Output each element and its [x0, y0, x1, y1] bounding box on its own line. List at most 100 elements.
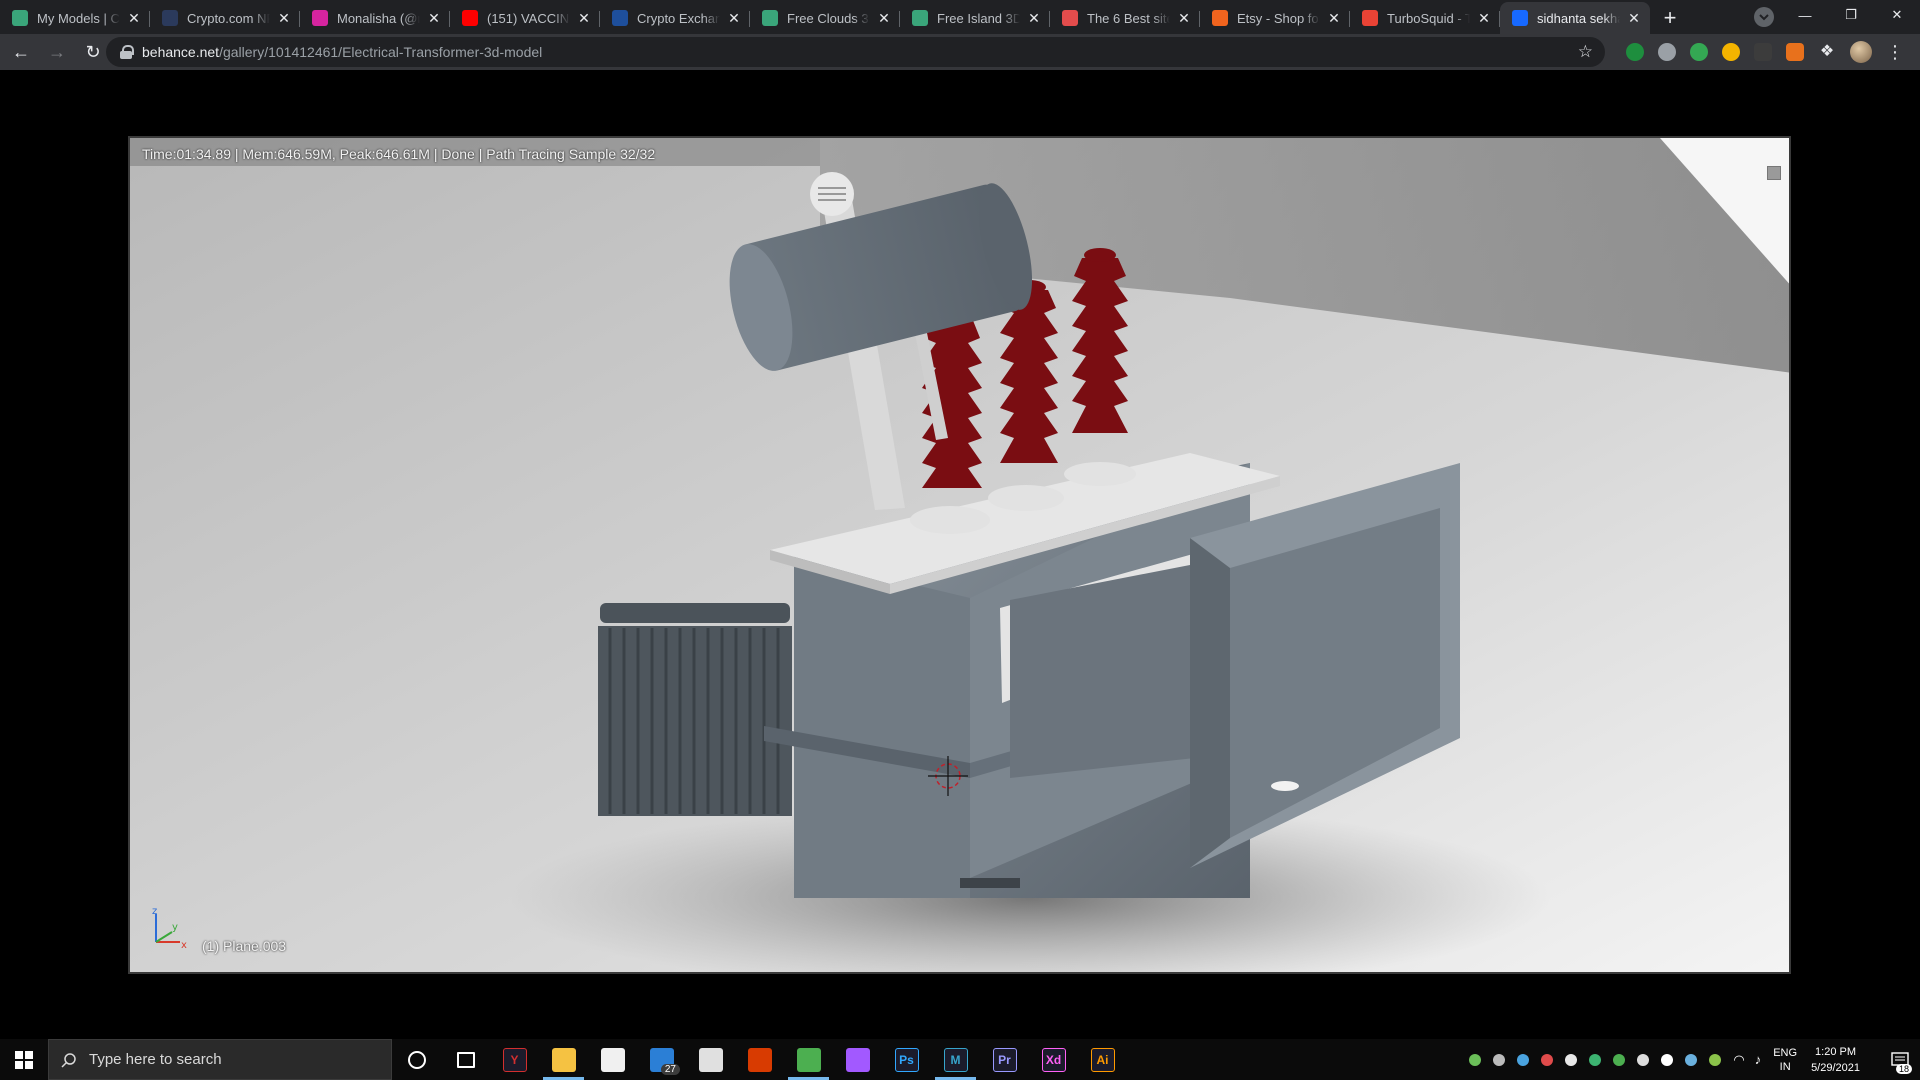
lock-icon[interactable] — [120, 45, 134, 59]
tab-close-icon[interactable]: ✕ — [1026, 10, 1042, 26]
tray-green-icon[interactable] — [1589, 1053, 1602, 1066]
globe-extension-icon[interactable] — [1658, 43, 1676, 61]
browser-tab[interactable]: The 6 Best sites ✕ — [1050, 2, 1200, 34]
back-button[interactable]: ← — [6, 37, 36, 67]
browser-tab[interactable]: Etsy - Shop for ✕ — [1200, 2, 1350, 34]
taskbar-figma-button[interactable] — [833, 1039, 882, 1080]
search-placeholder: Type here to search — [89, 1051, 222, 1068]
taskbar-search-box[interactable]: Type here to search — [48, 1039, 392, 1080]
grammarly-extension-icon[interactable] — [1626, 43, 1644, 61]
tab-title: Crypto.com NFT — [187, 10, 270, 26]
browser-tab[interactable]: TurboSquid - Th ✕ — [1350, 2, 1500, 34]
file-explorer-icon — [551, 1047, 576, 1072]
dark-extension-icon[interactable] — [1754, 43, 1772, 61]
page-content: Time:01:34.89 | Mem:646.59M, Peak:646.61… — [0, 70, 1920, 1039]
profile-avatar[interactable] — [1850, 41, 1872, 63]
minimize-button[interactable]: — — [1782, 0, 1828, 30]
tab-search-icon[interactable] — [1754, 7, 1774, 27]
etsy-icon — [1212, 10, 1228, 26]
tray-white-icon[interactable] — [1565, 1053, 1578, 1066]
tab-close-icon[interactable]: ✕ — [726, 10, 742, 26]
tray-dropbox-icon[interactable] — [1661, 1053, 1674, 1066]
reload-button[interactable]: ↻ — [78, 37, 108, 67]
cgtrader-icon — [762, 10, 778, 26]
taskbar-premiere-button[interactable]: Pr — [980, 1039, 1029, 1080]
search-icon — [61, 1052, 76, 1068]
browser-tab[interactable]: Free Island 3D ✕ — [900, 2, 1050, 34]
browser-tab[interactable]: Crypto Exchang ✕ — [600, 2, 750, 34]
tab-close-icon[interactable]: ✕ — [876, 10, 892, 26]
notification-count: 18 — [1895, 1064, 1912, 1074]
browser-tab[interactable]: (151) VACCINE ✕ — [450, 2, 600, 34]
taskbar-cortana-button[interactable] — [392, 1039, 441, 1080]
tab-close-icon[interactable]: ✕ — [1326, 10, 1342, 26]
taskbar-file-explorer-button[interactable] — [539, 1039, 588, 1080]
taskbar-chrome-button[interactable] — [784, 1039, 833, 1080]
tray-app-icon[interactable] — [1469, 1053, 1482, 1066]
browser-tab[interactable]: Free Clouds 3D ✕ — [750, 2, 900, 34]
clock[interactable]: 1:20 PM 5/29/2021 — [1811, 1044, 1860, 1076]
tab-close-icon[interactable]: ✕ — [126, 10, 142, 26]
start-button[interactable] — [0, 1039, 48, 1080]
browser-tab[interactable]: sidhanta sekhar ✕ — [1500, 2, 1650, 34]
chrome-menu-icon[interactable]: ⋮ — [1886, 42, 1904, 63]
taskbar-maya-button[interactable]: M — [931, 1039, 980, 1080]
sun-extension-icon[interactable] — [1722, 43, 1740, 61]
tray-bag-icon[interactable] — [1493, 1053, 1506, 1066]
cgtrader-icon — [912, 10, 928, 26]
tab-close-icon[interactable]: ✕ — [576, 10, 592, 26]
tab-close-icon[interactable]: ✕ — [1176, 10, 1192, 26]
crypto-icon — [162, 10, 178, 26]
tab-close-icon[interactable]: ✕ — [1626, 10, 1642, 26]
tray-leaf-icon[interactable] — [1709, 1053, 1722, 1066]
crypto-exchange-icon — [612, 10, 628, 26]
taskbar-task-view-button[interactable] — [441, 1039, 490, 1080]
taskbar-yandex-button[interactable]: Y — [490, 1039, 539, 1080]
tray-usb-icon[interactable] — [1637, 1053, 1650, 1066]
taskbar-photoshop-button[interactable]: Ps — [882, 1039, 931, 1080]
windows-taskbar: Type here to search Y 27 Ps M Pr Xd Ai ◠ ♪ ENG… — [0, 1039, 1920, 1080]
restore-button[interactable]: ❐ — [1828, 0, 1874, 30]
browser-tab[interactable]: Crypto.com NFT ✕ — [150, 2, 300, 34]
wifi-icon[interactable]: ◠ — [1733, 1052, 1744, 1068]
address-bar[interactable]: behance.net/gallery/101412461/Electrical… — [106, 37, 1605, 67]
orange-extension-icon[interactable] — [1786, 43, 1804, 61]
tab-close-icon[interactable]: ✕ — [1476, 10, 1492, 26]
cgtrader-icon — [12, 10, 28, 26]
illustrator-icon: Ai — [1090, 1047, 1115, 1072]
render-viewport[interactable]: Time:01:34.89 | Mem:646.59M, Peak:646.61… — [128, 136, 1791, 974]
taskbar-illustrator-button[interactable]: Ai — [1078, 1039, 1127, 1080]
tab-title: Crypto Exchang — [637, 10, 720, 26]
tab-close-icon[interactable]: ✕ — [276, 10, 292, 26]
language-indicator[interactable]: ENG IN — [1773, 1046, 1797, 1074]
new-tab-button[interactable]: + — [1654, 2, 1686, 34]
office-icon — [747, 1047, 772, 1072]
volume-icon[interactable]: ♪ — [1755, 1052, 1762, 1067]
tray-monitor-icon[interactable] — [1685, 1053, 1698, 1066]
windows-logo-icon — [15, 1050, 33, 1069]
tab-close-icon[interactable]: ✕ — [426, 10, 442, 26]
taskbar-pen-app-button[interactable] — [686, 1039, 735, 1080]
tab-title: Monalisha (@m — [337, 10, 420, 26]
axis-x-label: x — [181, 940, 187, 951]
tab-title: sidhanta sekhar — [1537, 10, 1620, 26]
forward-button[interactable]: → — [42, 37, 72, 67]
viewport-corner-button[interactable] — [1767, 166, 1781, 180]
browser-tab[interactable]: Monalisha (@m ✕ — [300, 2, 450, 34]
notification-center-button[interactable]: 18 — [1880, 1039, 1920, 1080]
refresh-extension-icon[interactable] — [1690, 43, 1708, 61]
3d-cursor-icon — [928, 756, 968, 796]
taskbar-mail-button[interactable]: 27 — [637, 1039, 686, 1080]
tray-red-icon[interactable] — [1541, 1053, 1554, 1066]
bookmark-star-icon[interactable]: ☆ — [1578, 42, 1593, 62]
browser-tab[interactable]: My Models | CG ✕ — [0, 2, 150, 34]
taskbar-office-button[interactable] — [735, 1039, 784, 1080]
tray-cloud-icon[interactable] — [1517, 1053, 1530, 1066]
taskbar-store-button[interactable] — [588, 1039, 637, 1080]
close-window-button[interactable]: ✕ — [1874, 0, 1920, 30]
taskbar-xd-button[interactable]: Xd — [1029, 1039, 1078, 1080]
store-icon — [600, 1047, 625, 1072]
puzzle-extensions-icon[interactable]: ❖ — [1818, 43, 1836, 61]
tray-chrome-icon[interactable] — [1613, 1053, 1626, 1066]
premiere-icon: Pr — [992, 1047, 1017, 1072]
